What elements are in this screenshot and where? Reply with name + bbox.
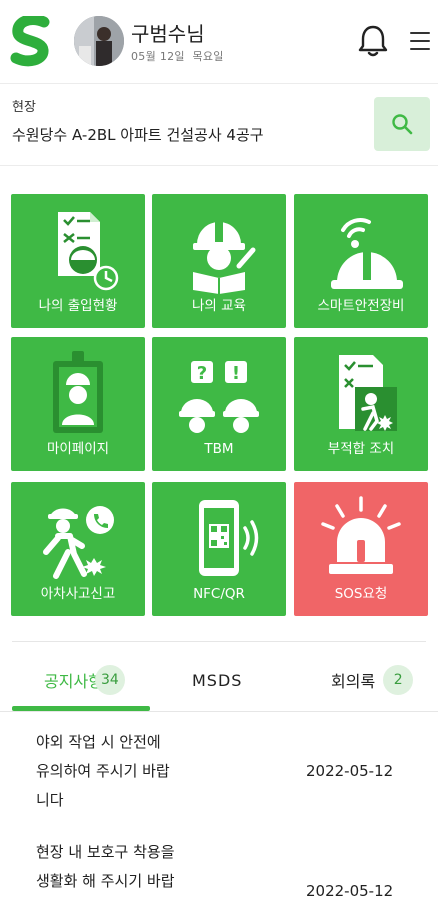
siren-icon (321, 496, 401, 574)
site-label: 현장 (12, 100, 36, 115)
attendance-icon (58, 212, 119, 291)
notice-row[interactable]: 현장 내 보호구 착용을 생활화 해 주시기 바랍니다 2022-05-12 (0, 838, 438, 900)
tile-label: 스마트안전장비 (317, 298, 405, 314)
tile-label: NFC/QR (193, 586, 245, 602)
notice-date: 2022-05-12 (306, 882, 394, 900)
notice-title: 야외 작업 시 안전에 유의하여 주시기 바랍니다 (36, 733, 170, 809)
bell-icon[interactable] (357, 24, 389, 58)
tile-label: 마이페이지 (46, 441, 110, 457)
user-name: 구범수님 (131, 22, 205, 46)
search-icon (392, 114, 413, 135)
tile-smart-safety-equipment[interactable]: 스마트안전장비 (294, 194, 428, 328)
active-tab-indicator (12, 706, 150, 711)
svg-text:!: ! (232, 363, 240, 384)
svg-text:?: ? (197, 363, 207, 384)
nonconformity-icon (339, 355, 397, 431)
tbm-icon: ? ! (179, 361, 259, 433)
tab-notices-count-badge: 34 (94, 665, 125, 695)
tile-nfc-qr[interactable]: NFC/QR (152, 482, 286, 616)
tab-msds[interactable]: MSDS (192, 650, 242, 710)
tab-msds-label: MSDS (192, 670, 243, 690)
notice-title: 현장 내 보호구 착용을 생활화 해 주시기 바랍니다 (36, 843, 175, 890)
tab-minutes[interactable]: 회의록 2 (331, 650, 414, 710)
weekday-text: 목요일 (192, 50, 224, 63)
hamburger-menu-icon[interactable] (410, 32, 430, 50)
app-header: 구범수님 05월 12일 목요일 (0, 0, 438, 84)
smart-helmet-icon (331, 218, 403, 289)
tile-label: TBM (204, 441, 234, 457)
tile-nonconformity-action[interactable]: 부적합 조치 (294, 337, 428, 471)
tab-minutes-count-badge: 2 (383, 665, 414, 695)
app-logo[interactable] (10, 16, 52, 68)
site-name[interactable]: 수원당수 A-2BL 아파트 건설공사 4공구 (12, 124, 264, 145)
tile-near-miss-report[interactable]: 아차사고신고 (11, 482, 145, 616)
near-miss-icon (43, 506, 114, 579)
notice-row[interactable]: 야외 작업 시 안전에 유의하여 주시기 바랍니다 2022-05-12 (0, 728, 438, 828)
date-text: 05월 12일 (131, 50, 185, 63)
site-section: 현장 수원당수 A-2BL 아파트 건설공사 4공구 (0, 84, 438, 166)
tile-my-page[interactable]: 마이페이지 (11, 337, 145, 471)
nfc-qr-icon (199, 500, 259, 576)
site-search-button[interactable] (374, 97, 430, 151)
tab-notices[interactable]: 공지사항 34 (44, 650, 125, 710)
tile-sos-request[interactable]: SOS요청 (294, 482, 428, 616)
tile-my-education[interactable]: 나의 교육 (152, 194, 286, 328)
tile-label: 부적합 조치 (327, 441, 395, 457)
tab-minutes-label: 회의록 (331, 672, 376, 691)
avatar[interactable] (74, 16, 124, 66)
notice-date: 2022-05-12 (306, 762, 394, 780)
education-icon (193, 222, 256, 294)
tile-label: 아차사고신고 (40, 586, 116, 602)
tile-label: 나의 교육 (192, 298, 246, 314)
id-card-icon (53, 351, 103, 433)
tile-label: 나의 출입현황 (38, 298, 118, 314)
current-date: 05월 12일 목요일 (131, 48, 224, 64)
section-divider (12, 641, 426, 642)
tile-label: SOS요청 (334, 586, 388, 602)
tile-my-attendance[interactable]: 나의 출입현황 (11, 194, 145, 328)
tile-tbm[interactable]: ? ! TBM (152, 337, 286, 471)
board-tabs: 공지사항 34 MSDS 회의록 2 (0, 650, 438, 712)
